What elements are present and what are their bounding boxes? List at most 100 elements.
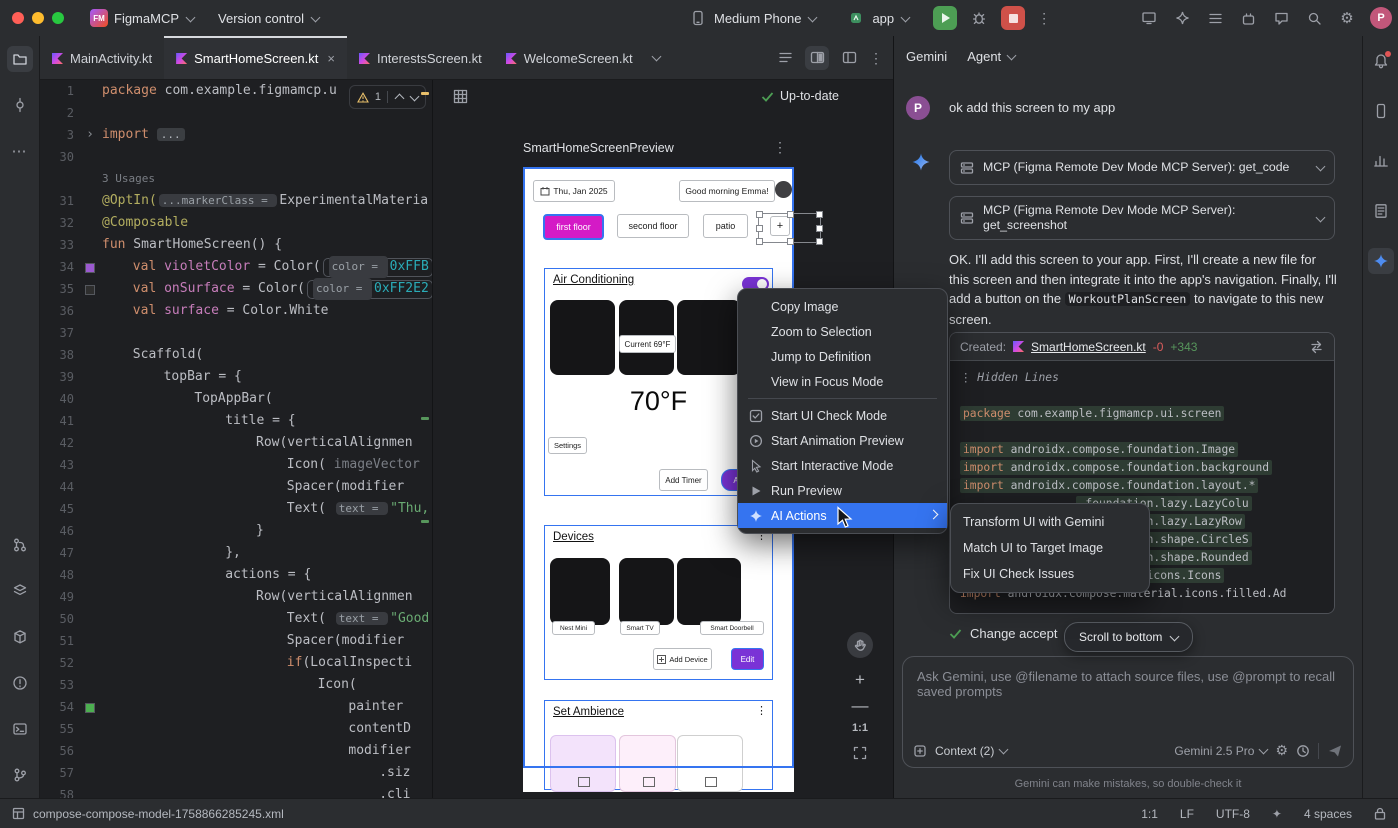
gemini-tool-icon[interactable]	[1368, 248, 1394, 274]
ambience-tile[interactable]	[550, 735, 616, 792]
code-line[interactable]: 54painter	[40, 696, 432, 718]
code-line[interactable]: 49Row(verticalAlignmen	[40, 586, 432, 608]
ac-tile[interactable]	[550, 300, 615, 375]
code-line[interactable]: 3›import ...	[40, 124, 432, 146]
submenu-item-match-ui[interactable]: Match UI to Target Image	[951, 535, 1149, 561]
code-line[interactable]: 45Text( text = "Thu,	[40, 498, 432, 520]
edit-button[interactable]: Edit	[731, 648, 764, 670]
code-line[interactable]: 3 Usages	[40, 168, 432, 190]
add-device-button[interactable]: Add Device	[653, 648, 712, 670]
code-line[interactable]: 36val surface = Color.White	[40, 300, 432, 322]
profile-avatar[interactable]: P	[1370, 7, 1392, 29]
code-line[interactable]: 55contentD	[40, 718, 432, 740]
window-close-button[interactable]	[12, 12, 24, 24]
floor-chip-add[interactable]: +	[770, 216, 790, 236]
commit-tool-button[interactable]	[7, 92, 33, 118]
floor-chip-second[interactable]: second floor	[617, 214, 689, 238]
tab-list-icon[interactable]	[773, 46, 797, 70]
floor-chip-patio[interactable]: patio	[703, 214, 748, 238]
code-line[interactable]: 32@Composable	[40, 212, 432, 234]
created-file-link[interactable]: SmartHomeScreen.kt	[1031, 340, 1146, 354]
ambience-options-icon[interactable]: ⋮	[756, 704, 767, 717]
hidden-tabs-chevron[interactable]	[645, 36, 666, 79]
preview-date-chip[interactable]: Thu, Jan 2025	[533, 180, 615, 202]
problems-tool-button[interactable]	[7, 670, 33, 696]
settings-gear-icon[interactable]: ⚙	[1337, 8, 1357, 28]
build-variants-tool-button[interactable]	[7, 578, 33, 604]
statusbar-encoding[interactable]: UTF-8	[1216, 807, 1250, 821]
code-editor[interactable]: 1package com.example.figmamcp.u23›import…	[40, 80, 432, 798]
more-tool-windows-button[interactable]: ⋯	[7, 138, 33, 164]
open-diff-icon[interactable]	[1309, 340, 1324, 354]
ac-tile[interactable]	[677, 300, 741, 375]
running-devices-icon[interactable]	[1368, 98, 1394, 124]
history-icon[interactable]	[1296, 744, 1310, 758]
menu-item-jump-to-definition[interactable]: Jump to Definition	[738, 344, 947, 369]
code-line[interactable]: 51Spacer(modifier	[40, 630, 432, 652]
preview-greeting-chip[interactable]: Good morning Emma!	[679, 180, 775, 202]
code-line[interactable]: 33fun SmartHomeScreen() {	[40, 234, 432, 256]
menu-item-view-in-focus-mode[interactable]: View in Focus Mode	[738, 369, 947, 394]
pan-hand-icon[interactable]	[847, 632, 873, 658]
preview-name-label[interactable]: SmartHomeScreenPreview	[523, 141, 674, 155]
split-editor-icon[interactable]	[805, 46, 829, 70]
run-config-selector[interactable]: app	[846, 8, 909, 28]
chat-input[interactable]	[903, 657, 1353, 713]
send-button[interactable]	[1327, 744, 1343, 758]
more-run-actions-button[interactable]: ⋮	[1037, 11, 1051, 25]
feedback-icon[interactable]	[1271, 8, 1291, 28]
menu-item-ai-actions[interactable]: AI Actions	[738, 503, 947, 528]
search-icon[interactable]	[1304, 8, 1324, 28]
code-line[interactable]: 39topBar = {	[40, 366, 432, 388]
floor-chip-first[interactable]: first floor	[543, 214, 604, 240]
menu-item-start-ui-check[interactable]: Start UI Check Mode	[738, 403, 947, 428]
statusbar-ai-icon[interactable]: ✦	[1272, 807, 1282, 821]
code-line[interactable]: 43Icon( imageVector	[40, 454, 432, 476]
device-tile[interactable]	[677, 558, 741, 625]
ac-settings-chip[interactable]: Settings	[548, 437, 587, 454]
zoom-in-button[interactable]: +	[847, 670, 873, 690]
preview-grid-icon[interactable]	[447, 83, 473, 109]
code-line[interactable]: 42Row(verticalAlignmen	[40, 432, 432, 454]
code-line[interactable]: 57.siz	[40, 762, 432, 784]
menu-item-start-interactive-mode[interactable]: Start Interactive Mode	[738, 453, 947, 478]
code-line[interactable]: 41title = {	[40, 410, 432, 432]
menu-item-copy-image[interactable]: Copy Image	[738, 294, 947, 319]
tool-call-get-screenshot[interactable]: MCP (Figma Remote Dev Mode MCP Server): …	[949, 196, 1335, 240]
version-control-tool-button[interactable]	[7, 762, 33, 788]
code-line[interactable]: 38Scaffold(	[40, 344, 432, 366]
device-tile[interactable]	[550, 558, 610, 625]
zoom-ratio-button[interactable]: 1:1	[847, 722, 873, 734]
code-line[interactable]: 53Icon(	[40, 674, 432, 696]
tab-gemini[interactable]: Gemini	[906, 49, 947, 64]
code-line[interactable]: 56modifier	[40, 740, 432, 762]
ambience-tile[interactable]	[619, 735, 676, 792]
tab-interestsscreen[interactable]: InterestsScreen.kt	[347, 36, 494, 79]
ambience-tile[interactable]	[677, 735, 743, 792]
main-menu-icon[interactable]	[1205, 8, 1225, 28]
window-minimize-button[interactable]	[32, 12, 44, 24]
zoom-to-fit-button[interactable]	[847, 746, 873, 760]
menu-version-control[interactable]: Version control	[218, 11, 319, 26]
tab-agent[interactable]: Agent	[967, 49, 1015, 64]
code-line[interactable]: 46}	[40, 520, 432, 542]
scroll-to-bottom-button[interactable]: Scroll to bottom	[1064, 622, 1193, 652]
debug-button[interactable]	[969, 8, 989, 28]
notifications-bell-icon[interactable]	[1368, 48, 1394, 74]
run-button[interactable]	[933, 6, 957, 30]
statusbar-line-separator[interactable]: LF	[1180, 807, 1194, 821]
attach-context-icon[interactable]	[913, 744, 927, 758]
inspection-widget[interactable]: 1	[349, 85, 426, 109]
code-line[interactable]: 31@OptIn(...markerClass = ExperimentalMa…	[40, 190, 432, 212]
code-line[interactable]: 50Text( text = "Good	[40, 608, 432, 630]
model-selector[interactable]: Gemini 2.5 Pro	[1174, 744, 1267, 758]
code-line[interactable]: 40TopAppBar(	[40, 388, 432, 410]
tab-smarthomescreen[interactable]: SmartHomeScreen.kt ×	[164, 36, 347, 79]
ai-assistant-icon[interactable]	[1172, 8, 1192, 28]
code-line[interactable]: 37	[40, 322, 432, 344]
device-tile[interactable]	[619, 558, 674, 625]
build-tool-button[interactable]	[7, 624, 33, 650]
stop-button[interactable]	[1001, 6, 1025, 30]
app-insights-icon[interactable]	[1368, 148, 1394, 174]
code-line[interactable]: 44Spacer(modifier	[40, 476, 432, 498]
